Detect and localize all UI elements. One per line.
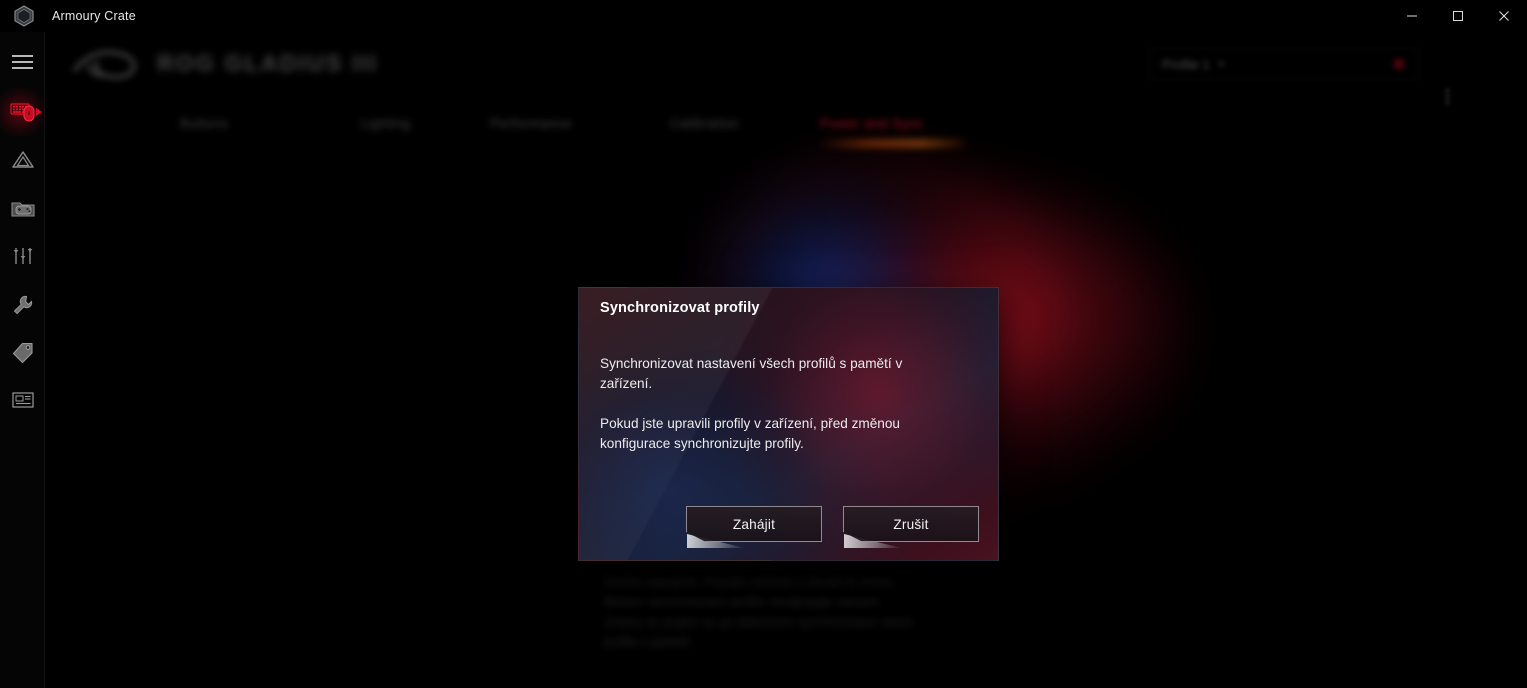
hamburger-menu-icon[interactable] [0, 44, 45, 80]
product-header: ROG GLADIUS III Profile 1 ▼ [45, 32, 1527, 104]
background-info-line: Device odpojeno. Pripojte zarizeni a zku… [604, 575, 898, 589]
news-panel-icon [11, 389, 35, 411]
rog-eye-logo-icon [71, 46, 143, 84]
sidebar [0, 32, 45, 688]
sidebar-item-news[interactable] [0, 376, 45, 424]
sidebar-nav [0, 88, 45, 424]
tab-buttons[interactable]: Buttons [180, 116, 229, 131]
sidebar-item-aura-sync[interactable] [0, 136, 45, 184]
kebab-menu-icon[interactable] [1437, 84, 1457, 108]
background-info-line: Behem synchronizace profilu neodpojujte … [604, 595, 883, 609]
start-button[interactable]: Zahájit [686, 506, 822, 548]
aura-sync-triangle-icon [11, 149, 35, 171]
active-tab-indicator [816, 140, 966, 147]
cancel-button[interactable]: Zrušit [843, 506, 979, 548]
sidebar-item-scenario-profiles[interactable] [0, 232, 45, 280]
tab-performance[interactable]: Performance [490, 116, 572, 131]
tag-deals-icon [11, 341, 35, 363]
background-info-line: profilu v pameti. [604, 635, 693, 649]
app-title: Armoury Crate [52, 9, 136, 23]
background-info-line: Zmeny se projevi az po dokonceni synchro… [604, 615, 914, 629]
dialog-title: Synchronizovat profily [600, 300, 760, 316]
product-name: ROG GLADIUS III [157, 50, 378, 76]
tab-lighting[interactable]: Lighting [360, 116, 411, 131]
dialog-paragraph: Synchronizovat nastavení všech profilů s… [600, 356, 903, 391]
chevron-down-icon: ▼ [1216, 59, 1226, 69]
tab-bar: Buttons Lighting Performance Calibration… [45, 110, 1527, 156]
start-button-label: Zahájit [732, 516, 776, 532]
close-icon[interactable] [1481, 0, 1527, 32]
dialog-paragraph: Pokud jste upravili profily v zařízení, … [600, 416, 900, 451]
sidebar-item-devices[interactable] [0, 88, 45, 136]
maximize-icon[interactable] [1435, 0, 1481, 32]
cancel-button-label: Zrušit [893, 516, 929, 532]
dialog-actions: Zahájit Zrušit [579, 506, 998, 548]
window-controls [1389, 0, 1527, 32]
profile-selector[interactable]: Profile 1 ▼ [1149, 48, 1419, 80]
background-info-text: Device odpojeno. Pripojte zarizeni a zku… [590, 572, 1020, 652]
sliders-tuning-icon [11, 245, 35, 267]
armoury-crate-window: Armoury Crate ROG GLADIUS III Profile 1 … [0, 0, 1527, 688]
game-library-icon [10, 197, 36, 219]
sidebar-item-featured[interactable] [0, 328, 45, 376]
dialog-body: Synchronizovat nastavení všech profilů s… [600, 354, 945, 454]
title-bar: Armoury Crate [0, 0, 1527, 32]
sync-profiles-dialog: Synchronizovat profily Synchronizovat na… [578, 287, 999, 561]
wrench-tools-icon [11, 293, 35, 315]
keyboard-mouse-icon [9, 101, 36, 123]
tab-power-and-sync[interactable]: Power and Sync [816, 116, 966, 147]
sidebar-item-game-library[interactable] [0, 184, 45, 232]
sidebar-item-tools[interactable] [0, 280, 45, 328]
tab-calibration[interactable]: Calibration [670, 116, 739, 131]
profile-color-indicator-icon [1394, 59, 1404, 69]
armoury-crate-hex-logo-icon [8, 0, 40, 32]
profile-selector-label: Profile 1 [1162, 56, 1210, 72]
minimize-icon[interactable] [1389, 0, 1435, 32]
